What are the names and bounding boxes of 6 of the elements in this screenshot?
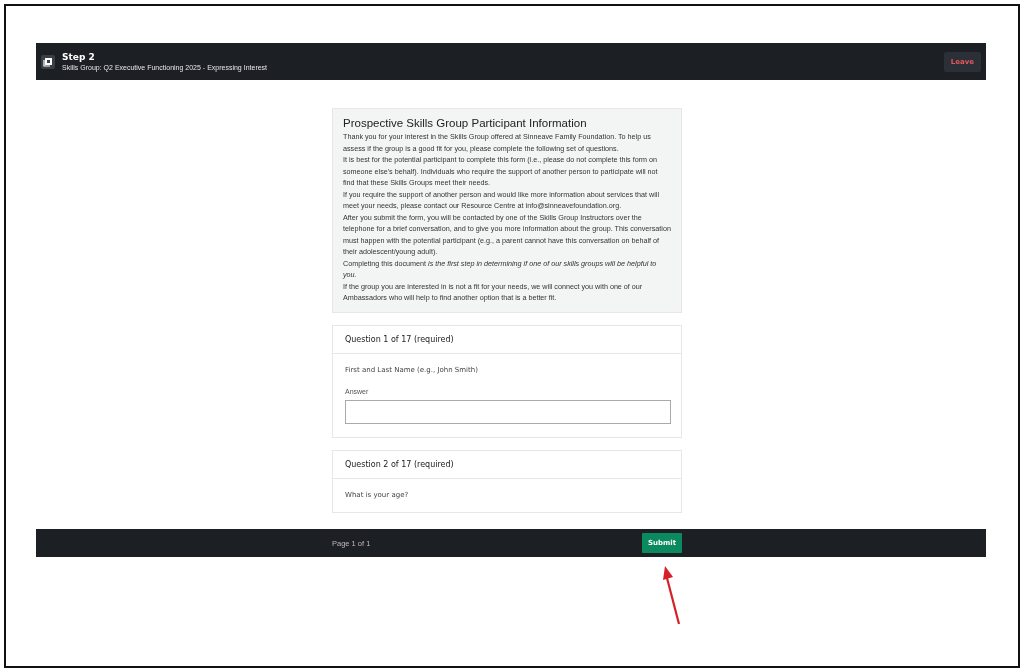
answer-field[interactable] [345, 399, 671, 424]
step-title: Step 2 [62, 52, 96, 62]
question-heading: Question 1 of 17 (required) [345, 334, 454, 344]
info-title: Prospective Skills Group Participant Information [343, 117, 588, 129]
question-heading: Question 2 of 17 (required) [345, 459, 454, 469]
book-icon [41, 54, 55, 69]
